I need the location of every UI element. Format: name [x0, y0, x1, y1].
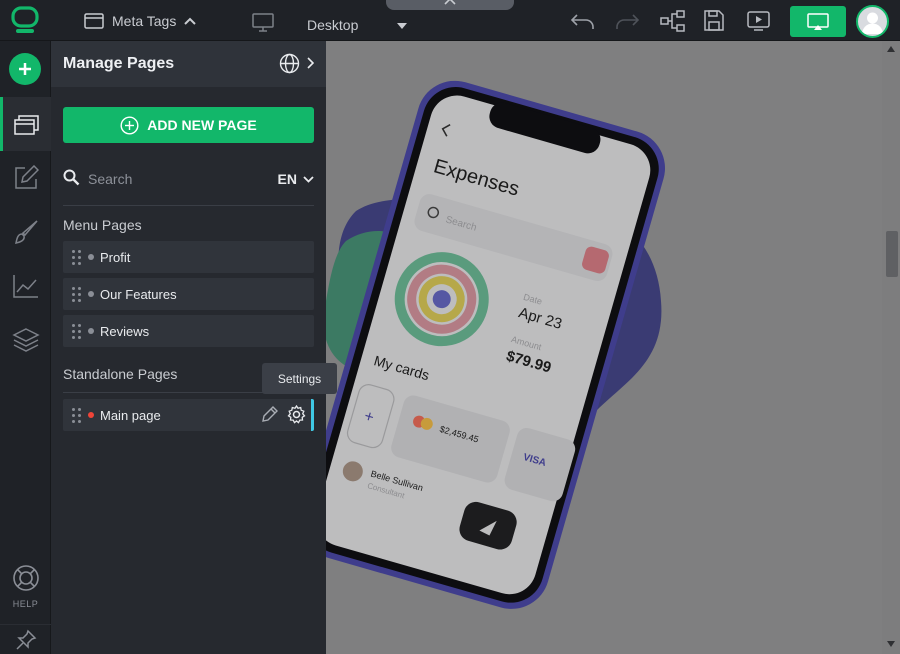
collapse-handle[interactable] — [386, 0, 514, 10]
settings-tooltip: Settings — [262, 363, 337, 394]
sitemap-icon[interactable] — [660, 9, 686, 33]
help-button[interactable]: HELP — [0, 564, 51, 609]
language-label: EN — [277, 171, 297, 187]
search-input[interactable]: Search — [88, 171, 132, 187]
editor-canvas[interactable]: Expenses Search Date Apr 23 Amount $79.9… — [326, 41, 882, 654]
page-item-profit[interactable]: Profit — [63, 241, 314, 273]
search-icon — [63, 169, 80, 186]
page-status-dot — [88, 254, 94, 260]
chevron-up-icon — [444, 0, 456, 5]
top-bar: Meta Tags Desktop — [0, 0, 900, 41]
pencil-icon[interactable] — [261, 405, 279, 423]
left-rail: HELP — [0, 41, 51, 654]
plus-circle-icon — [120, 115, 139, 135]
page-label: Our Features — [100, 286, 177, 302]
publish-button[interactable] — [790, 6, 846, 37]
manage-pages-panel: Manage Pages ADD NEW PAGE Search EN Menu… — [51, 41, 326, 654]
meta-tags-toggle[interactable]: Meta Tags — [84, 10, 197, 32]
language-selector[interactable]: EN — [278, 171, 314, 187]
undo-icon[interactable] — [570, 9, 596, 33]
panel-header: Manage Pages — [51, 41, 326, 87]
standalone-pages-title: Standalone Pages — [63, 366, 178, 382]
panel-title: Manage Pages — [63, 55, 175, 72]
layers-icon — [11, 328, 40, 352]
chevron-up-icon — [184, 17, 197, 25]
edit-icon — [14, 165, 39, 189]
add-new-page-button[interactable]: ADD NEW PAGE — [63, 107, 314, 143]
app-logo-icon[interactable] — [10, 6, 40, 36]
drag-handle-icon[interactable] — [72, 286, 82, 302]
chart-line-icon — [12, 275, 38, 298]
pin-panel-button[interactable] — [0, 624, 51, 654]
rail-edit[interactable] — [0, 151, 51, 205]
page-status-dot — [88, 328, 94, 334]
pin-icon — [15, 629, 36, 650]
rail-pages[interactable] — [0, 97, 51, 151]
chevron-down-icon — [303, 175, 314, 183]
menu-pages-title: Menu Pages — [63, 217, 142, 233]
add-new-page-label: ADD NEW PAGE — [147, 117, 257, 133]
scroll-up-icon[interactable] — [887, 46, 895, 52]
redo-icon[interactable] — [614, 9, 640, 33]
drag-handle-icon[interactable] — [72, 407, 82, 423]
save-icon[interactable] — [702, 9, 726, 33]
canvas-preview: Expenses Search Date Apr 23 Amount $79.9… — [326, 80, 666, 609]
scroll-down-icon[interactable] — [887, 641, 895, 647]
divider — [63, 205, 314, 206]
help-label: HELP — [12, 599, 39, 609]
settings-gear-icon[interactable] — [287, 405, 306, 424]
lifebuoy-icon — [12, 565, 39, 591]
home-page-dot — [88, 412, 94, 418]
rail-design[interactable] — [0, 205, 51, 259]
canvas-scrollbar[interactable] — [882, 41, 900, 654]
page-item-our-features[interactable]: Our Features — [63, 278, 314, 310]
cast-icon — [807, 12, 829, 30]
brush-icon — [14, 220, 38, 244]
globe-icon[interactable] — [279, 53, 300, 74]
page-item-main-page[interactable]: Main page — [63, 399, 314, 431]
avatar[interactable] — [856, 5, 889, 38]
rail-layers[interactable] — [0, 313, 51, 367]
page-label: Main page — [100, 407, 161, 423]
desktop-icon[interactable] — [252, 13, 274, 33]
page-label: Reviews — [100, 323, 150, 339]
preview-icon[interactable] — [746, 9, 772, 33]
plus-icon — [19, 63, 31, 75]
page-item-tools — [261, 405, 306, 424]
caret-down-icon[interactable] — [397, 23, 407, 29]
rail-analytics[interactable] — [0, 259, 51, 313]
page-search: Search EN — [63, 167, 314, 191]
page-status-dot — [88, 291, 94, 297]
add-element-button[interactable] — [9, 53, 41, 85]
browser-window-icon — [84, 13, 104, 29]
scroll-thumb[interactable] — [886, 231, 898, 277]
device-selector[interactable]: Desktop — [307, 17, 358, 33]
chevron-right-icon[interactable] — [306, 57, 314, 69]
meta-tags-label: Meta Tags — [112, 13, 177, 29]
page-label: Profit — [100, 249, 131, 265]
pages-icon — [14, 115, 39, 135]
drag-handle-icon[interactable] — [72, 323, 82, 339]
page-item-reviews[interactable]: Reviews — [63, 315, 314, 347]
user-icon — [862, 12, 883, 34]
drag-handle-icon[interactable] — [72, 249, 82, 265]
